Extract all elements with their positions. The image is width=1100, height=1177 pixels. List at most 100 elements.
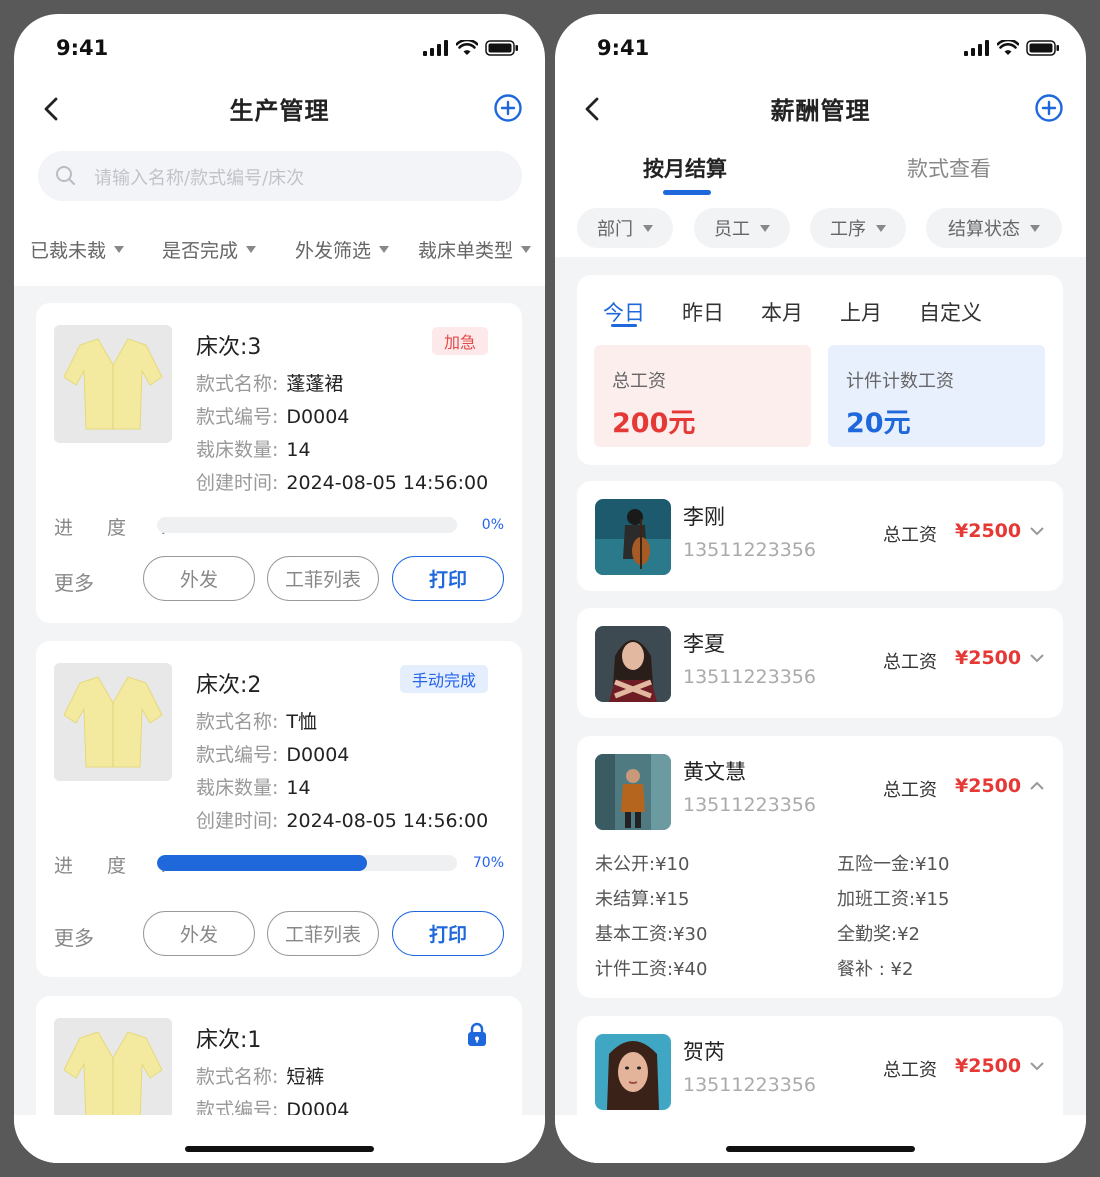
field-value: 蓬蓬裙 (286, 373, 344, 395)
tab-monthly[interactable]: 按月结算 (643, 153, 727, 183)
employee-phone: 13511223356 (683, 794, 816, 816)
employee-phone: 13511223356 (683, 539, 816, 561)
employee-name: 黄文慧 (683, 760, 746, 784)
tab-bar: 按月结算 款式查看 (555, 150, 1086, 200)
filter-cut-status[interactable]: 已裁未裁 (30, 236, 125, 263)
home-indicator[interactable] (726, 1146, 915, 1152)
caret-down-icon (246, 246, 257, 253)
active-tab-indicator (663, 190, 711, 195)
field-label: 裁床数量: (196, 777, 279, 799)
filter-cut-type[interactable]: 裁床单类型 (418, 236, 532, 263)
chevron-down-icon[interactable] (1029, 652, 1045, 664)
stat-label: 总工资 (612, 371, 666, 392)
more-label[interactable]: 更多 (54, 567, 94, 596)
style-name-row: 款式名称: 蓬蓬裙 (196, 369, 343, 396)
cut-qty-row: 裁床数量: 14 (196, 773, 311, 800)
production-card[interactable]: 床次:2 手动完成 款式名称: T恤 款式编号: D0004 裁床数量: 14 创建时… (36, 641, 522, 977)
nav-bar: 生产管理 (14, 84, 545, 134)
avatar (595, 499, 671, 575)
period-this-month[interactable]: 本月 (761, 297, 803, 327)
production-card[interactable]: 床次:3 加急 款式名称: 蓬蓬裙 款式编号: D0004 裁床数量: 14 创建时间… (36, 303, 522, 623)
detail-insurance: 五险一金:¥10 (837, 854, 950, 875)
status-bar: 9:41 (14, 14, 545, 80)
cardigan-icon (54, 325, 172, 443)
cardigan-icon (54, 663, 172, 781)
total-label: 总工资 (883, 1060, 937, 1081)
salary-content: 今日 昨日 本月 上月 自定义 总工资 200元 计件计数工资 20元 李刚 1… (555, 257, 1086, 1163)
wifi-icon (456, 40, 478, 55)
home-bar-area (555, 1115, 1086, 1163)
chevron-up-icon[interactable] (1029, 780, 1045, 792)
period-custom[interactable]: 自定义 (919, 297, 982, 327)
stat-value: 20元 (846, 408, 911, 439)
detail-piece-salary: 计件工资:¥40 (595, 959, 708, 980)
caret-down-icon (876, 224, 886, 232)
lock-icon (468, 1022, 486, 1046)
print-button[interactable]: 打印 (392, 556, 504, 601)
status-time: 9:41 (56, 36, 109, 60)
detail-unsettled: 未结算:¥15 (595, 889, 690, 910)
signal-icon (423, 40, 448, 56)
total-amount: ¥2500 (955, 647, 1022, 669)
caret-down-icon (114, 246, 125, 253)
employee-card[interactable]: 黄文慧 13511223356 总工资 ¥2500 未公开:¥10 五险一金:¥… (577, 736, 1063, 998)
employee-name: 李夏 (683, 632, 725, 656)
battery-icon (1026, 40, 1059, 56)
period-yesterday[interactable]: 昨日 (682, 297, 724, 327)
field-value: D0004 (286, 744, 350, 766)
cellist-photo-icon (595, 499, 671, 575)
employee-phone: 13511223356 (683, 1074, 816, 1096)
chevron-down-icon[interactable] (1029, 1060, 1045, 1072)
employee-name: 李刚 (683, 505, 725, 529)
home-bar-area (14, 1115, 545, 1163)
outsource-button[interactable]: 外发 (143, 556, 255, 601)
caret-down-icon (760, 224, 770, 232)
add-icon[interactable] (1034, 93, 1064, 123)
face-photo-icon (595, 1034, 671, 1110)
employee-name: 贺芮 (683, 1040, 725, 1064)
stat-value: 200元 (612, 408, 696, 439)
filter-label: 是否完成 (162, 240, 239, 262)
total-label: 总工资 (883, 525, 937, 546)
progress-bar (157, 855, 457, 871)
add-icon[interactable] (493, 93, 523, 123)
filter-department[interactable]: 部门 (577, 208, 673, 248)
active-period-indicator (611, 324, 637, 327)
filter-label: 裁床单类型 (418, 240, 514, 262)
more-label[interactable]: 更多 (54, 922, 94, 951)
chevron-down-icon[interactable] (1029, 525, 1045, 537)
home-indicator[interactable] (185, 1146, 374, 1152)
ticket-list-button[interactable]: 工菲列表 (267, 556, 379, 601)
detail-meal-allowance: 餐补 : ¥2 (837, 959, 914, 980)
production-list: 床次:3 加急 款式名称: 蓬蓬裙 款式编号: D0004 裁床数量: 14 创建时间… (14, 286, 545, 1163)
style-code-row: 款式编号: D0004 (196, 740, 349, 767)
avatar (595, 626, 671, 702)
period-last-month[interactable]: 上月 (840, 297, 882, 327)
employee-card[interactable]: 李刚 13511223356 总工资 ¥2500 (577, 481, 1063, 591)
caret-down-icon (521, 246, 532, 253)
card-title: 床次:2 (196, 673, 262, 698)
employee-card[interactable]: 李夏 13511223356 总工资 ¥2500 (577, 608, 1063, 718)
search-input[interactable]: 请输入名称/款式编号/床次 (38, 151, 522, 201)
page-title: 薪酬管理 (770, 97, 871, 125)
filter-process[interactable]: 工序 (810, 208, 906, 248)
salary-screen: 9:41 薪酬管理 按月结算 款式查看 部门 员工 工序 结算状态 今日 昨日 … (555, 14, 1086, 1163)
field-label: 款式编号: (196, 744, 279, 766)
print-button[interactable]: 打印 (392, 911, 504, 956)
pill-label: 员工 (714, 219, 750, 240)
salary-summary: 今日 昨日 本月 上月 自定义 总工资 200元 计件计数工资 20元 (577, 275, 1063, 465)
filter-outsource[interactable]: 外发筛选 (295, 236, 390, 263)
period-today[interactable]: 今日 (603, 297, 645, 327)
field-label: 款式名称: (196, 373, 279, 395)
filter-complete[interactable]: 是否完成 (162, 236, 257, 263)
status-bar: 9:41 (555, 14, 1086, 80)
outsource-button[interactable]: 外发 (143, 911, 255, 956)
caret-down-icon (379, 246, 390, 253)
search-icon (56, 166, 75, 185)
filter-employee[interactable]: 员工 (694, 208, 790, 248)
detail-attendance-bonus: 全勤奖:¥2 (837, 924, 920, 945)
filter-settlement-status[interactable]: 结算状态 (926, 208, 1062, 248)
field-value: 14 (286, 777, 311, 799)
ticket-list-button[interactable]: 工菲列表 (267, 911, 379, 956)
tab-styles[interactable]: 款式查看 (907, 153, 991, 183)
